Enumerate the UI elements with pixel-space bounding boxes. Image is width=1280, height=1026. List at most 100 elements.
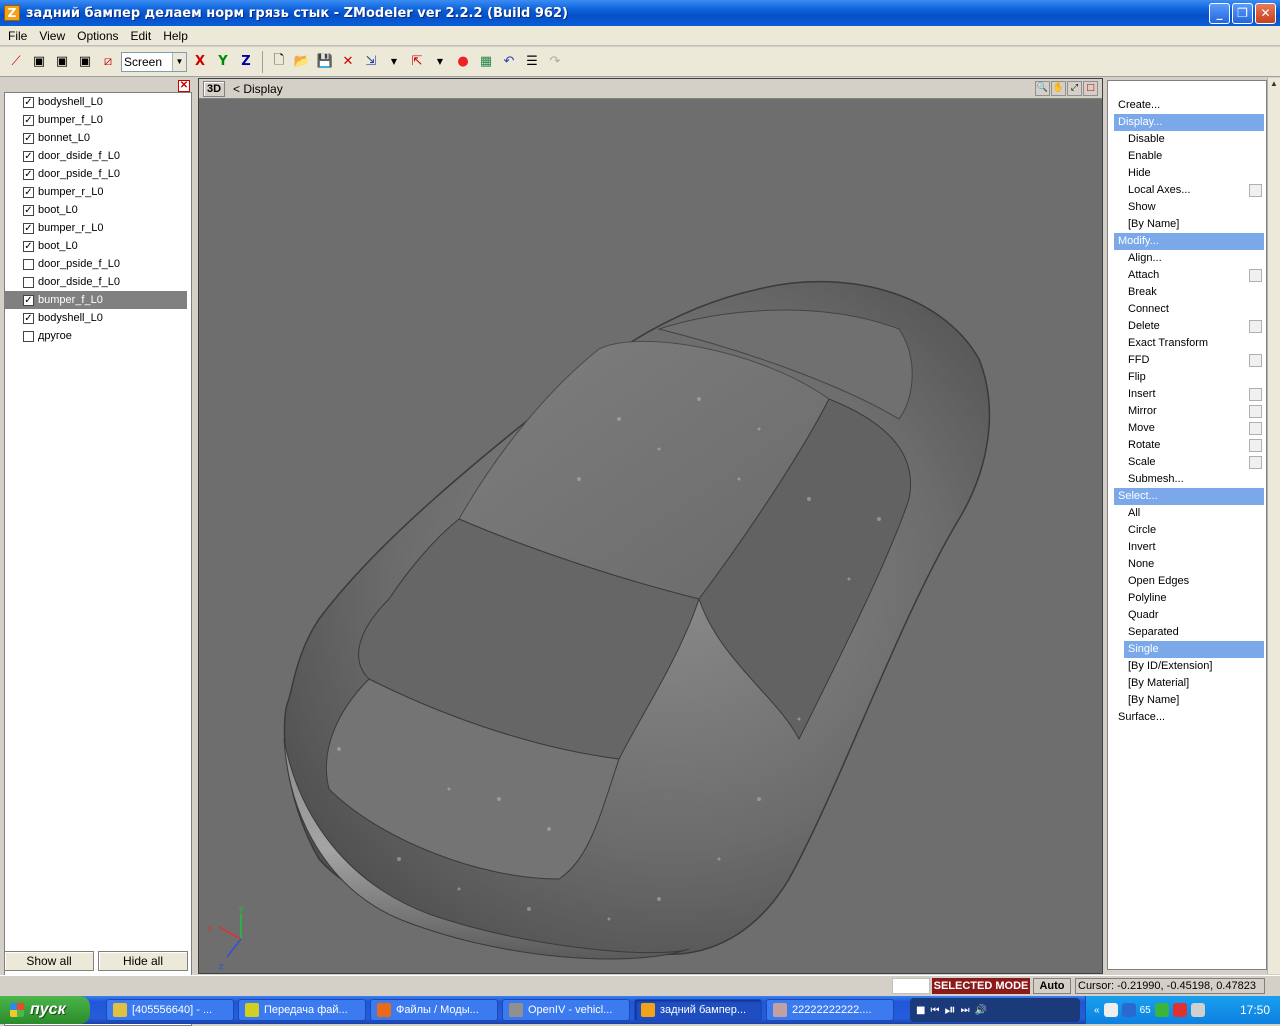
- visibility-checkbox[interactable]: ✓: [23, 96, 34, 108]
- face-mode-icon[interactable]: ▣: [52, 52, 72, 72]
- dropdown-arrow-icon[interactable]: ▼: [430, 52, 450, 72]
- command-item[interactable]: Open Edges: [1108, 573, 1266, 590]
- edge-mode-icon[interactable]: ▣: [29, 52, 49, 72]
- object-list-item[interactable]: ✓ bumper_r_L0: [5, 183, 191, 201]
- media-play-icon[interactable]: ⏯: [944, 1002, 955, 1018]
- media-prev-icon[interactable]: ⏮: [930, 1005, 939, 1016]
- menu-help[interactable]: Help: [157, 29, 194, 43]
- visibility-checkbox[interactable]: ✓: [23, 222, 34, 234]
- command-options-box[interactable]: [1249, 456, 1262, 469]
- minimize-button[interactable]: _: [1209, 3, 1230, 24]
- command-options-box[interactable]: [1249, 269, 1262, 282]
- open-folder-icon[interactable]: 📂: [292, 52, 312, 72]
- command-group-header[interactable]: Select...: [1114, 488, 1264, 505]
- maximize-viewport-icon[interactable]: ⤢: [1067, 81, 1082, 96]
- tray-network-icon[interactable]: [1121, 1003, 1136, 1017]
- dropdown-arrow-icon[interactable]: ▼: [384, 52, 404, 72]
- visibility-checkbox[interactable]: [23, 258, 34, 270]
- command-item[interactable]: Local Axes...: [1108, 182, 1266, 199]
- command-item[interactable]: Connect: [1108, 301, 1266, 318]
- 3d-viewport[interactable]: 3D < Display 🔍 ✋ ⤢ □ y x z: [198, 78, 1103, 974]
- pan-hand-icon[interactable]: ✋: [1051, 81, 1066, 96]
- material-editor-icon[interactable]: ▦: [476, 52, 496, 72]
- taskbar-task[interactable]: задний бампер...: [634, 999, 762, 1021]
- vertex-mode-icon[interactable]: ⟋: [6, 52, 26, 72]
- maximize-button[interactable]: ❐: [1232, 3, 1253, 24]
- tray-arrow-icon[interactable]: «: [1094, 1005, 1100, 1016]
- tray-alert-icon[interactable]: [1172, 1003, 1187, 1017]
- command-item[interactable]: Scale: [1108, 454, 1266, 471]
- object-list-item[interactable]: ✓ bumper_f_L0: [5, 111, 191, 129]
- taskbar-task[interactable]: Файлы / Моды...: [370, 999, 498, 1021]
- selected-mode-icon[interactable]: ⧄: [98, 52, 118, 72]
- command-item[interactable]: Polyline: [1108, 590, 1266, 607]
- command-item[interactable]: Align...: [1108, 250, 1266, 267]
- command-options-box[interactable]: [1249, 422, 1262, 435]
- object-list-item[interactable]: ✓ bodyshell_L0: [5, 93, 191, 111]
- command-item[interactable]: Attach: [1108, 267, 1266, 284]
- redo-icon[interactable]: ↷: [545, 52, 565, 72]
- visibility-checkbox[interactable]: ✓: [23, 114, 34, 126]
- object-list-item[interactable]: ✓ bumper_f_L0: [5, 291, 187, 309]
- command-options-box[interactable]: [1249, 405, 1262, 418]
- close-icon[interactable]: ✕: [178, 80, 190, 92]
- close-viewport-icon[interactable]: □: [1083, 81, 1098, 96]
- object-list-item[interactable]: door_pside_f_L0: [5, 255, 191, 273]
- taskbar-task[interactable]: OpenIV - vehicl...: [502, 999, 630, 1021]
- visibility-checkbox[interactable]: [23, 276, 34, 288]
- command-item[interactable]: Break: [1108, 284, 1266, 301]
- command-item[interactable]: Show: [1108, 199, 1266, 216]
- command-item[interactable]: All: [1108, 505, 1266, 522]
- object-list-item[interactable]: ✓ bonnet_L0: [5, 129, 191, 147]
- visibility-checkbox[interactable]: ✓: [23, 204, 34, 216]
- menu-file[interactable]: File: [2, 29, 33, 43]
- command-item[interactable]: Hide: [1108, 165, 1266, 182]
- command-item[interactable]: FFD: [1108, 352, 1266, 369]
- command-item[interactable]: Move: [1108, 420, 1266, 437]
- media-next-icon[interactable]: ⏭: [961, 1005, 970, 1016]
- command-item[interactable]: Invert: [1108, 539, 1266, 556]
- view-combo[interactable]: Screen ▼: [121, 51, 187, 72]
- command-item[interactable]: Insert: [1108, 386, 1266, 403]
- show-all-button[interactable]: Show all: [4, 951, 94, 971]
- menu-options[interactable]: Options: [71, 29, 124, 43]
- zmodeler-app-icon[interactable]: Z: [4, 5, 20, 21]
- object-mode-icon[interactable]: ▣: [75, 52, 95, 72]
- viewport-mode-button[interactable]: 3D: [203, 80, 225, 97]
- close-button[interactable]: ✕: [1255, 3, 1276, 24]
- object-list-item[interactable]: другое: [5, 327, 191, 345]
- export-icon[interactable]: ⇱: [407, 52, 427, 72]
- command-item[interactable]: Exact Transform: [1108, 335, 1266, 352]
- tray-app-icon[interactable]: [1103, 1003, 1118, 1017]
- command-item[interactable]: Single: [1124, 641, 1264, 658]
- command-item[interactable]: Surface...: [1108, 709, 1266, 726]
- visibility-checkbox[interactable]: ✓: [23, 240, 34, 252]
- start-button[interactable]: пуск: [0, 996, 90, 1024]
- visibility-checkbox[interactable]: ✓: [23, 150, 34, 162]
- object-list-item[interactable]: ✓ door_pside_f_L0: [5, 165, 191, 183]
- command-options-box[interactable]: [1249, 439, 1262, 452]
- new-file-icon[interactable]: 🗋: [269, 52, 289, 72]
- object-list-item[interactable]: ✓ bodyshell_L0: [5, 309, 191, 327]
- visibility-checkbox[interactable]: ✓: [23, 168, 34, 180]
- axis-x-toggle[interactable]: X: [190, 52, 210, 72]
- object-list-item[interactable]: ✓ bumper_r_L0: [5, 219, 191, 237]
- commands-scrollbar[interactable]: ▲: [1267, 78, 1280, 974]
- media-stop-icon[interactable]: ■: [916, 1005, 925, 1016]
- command-item[interactable]: [By Material]: [1108, 675, 1266, 692]
- zoom-icon[interactable]: 🔍: [1035, 81, 1050, 96]
- command-item[interactable]: Create...: [1108, 97, 1266, 114]
- command-item[interactable]: [By ID/Extension]: [1108, 658, 1266, 675]
- render-icon[interactable]: ●: [453, 52, 473, 72]
- visibility-checkbox[interactable]: [23, 330, 34, 342]
- axis-z-toggle[interactable]: Z: [236, 52, 256, 72]
- tray-volume-icon[interactable]: [1190, 1003, 1205, 1017]
- command-item[interactable]: Enable: [1108, 148, 1266, 165]
- axis-y-toggle[interactable]: Y: [213, 52, 233, 72]
- visibility-checkbox[interactable]: ✓: [23, 132, 34, 144]
- object-list-item[interactable]: ✓ boot_L0: [5, 237, 191, 255]
- hide-all-button[interactable]: Hide all: [98, 951, 188, 971]
- save-icon[interactable]: 💾: [315, 52, 335, 72]
- object-list-item[interactable]: ✓ door_dside_f_L0: [5, 147, 191, 165]
- properties-icon[interactable]: ☰: [522, 52, 542, 72]
